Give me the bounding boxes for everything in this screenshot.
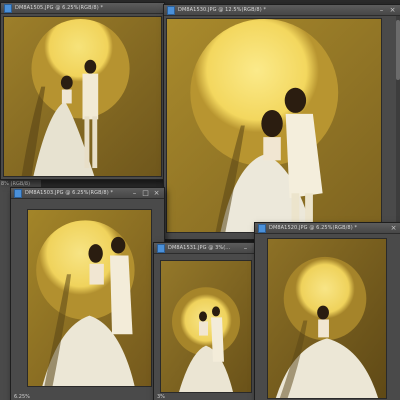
- document-window-2[interactable]: DM8A1530.JPG @ 12.5%(RGB/8) * – ×: [163, 4, 400, 240]
- maximize-button[interactable]: □: [141, 189, 150, 197]
- close-button[interactable]: ×: [152, 189, 161, 197]
- photo-canvas[interactable]: [3, 16, 162, 177]
- canvas-area: [164, 16, 400, 239]
- minimize-button[interactable]: –: [130, 189, 139, 197]
- photo-canvas[interactable]: [160, 260, 252, 393]
- canvas-area: [255, 234, 400, 400]
- document-icon: [14, 188, 22, 198]
- window-controls: – ×: [377, 6, 397, 14]
- zoom-status: 3%: [157, 394, 165, 400]
- photo-canvas[interactable]: [166, 18, 382, 233]
- document-window-1[interactable]: DM8A1505.JPG @ 6.25%(RGB/8) *: [0, 2, 165, 180]
- photoshop-workspace: 8% (RGB/8) DM8A1505.JPG @ 6.25%(RGB/8) *: [0, 0, 400, 400]
- window-titlebar[interactable]: DM8A1530.JPG @ 12.5%(RGB/8) * – ×: [164, 5, 400, 16]
- window-titlebar[interactable]: DM8A1503.JPG @ 6.25%(RGB/8) * – □ ×: [11, 188, 164, 199]
- minimize-button[interactable]: –: [377, 6, 386, 14]
- window-title: DM8A1531.JPG @ 3%(...: [168, 245, 231, 251]
- wedding-photo-image: [161, 261, 251, 392]
- photo-canvas[interactable]: [27, 209, 152, 387]
- window-title: DM8A1520.JPG @ 6.25%(RGB/8) *: [269, 225, 358, 231]
- window-titlebar[interactable]: DM8A1520.JPG @ 6.25%(RGB/8) * ×: [255, 223, 400, 234]
- close-button[interactable]: ×: [389, 224, 398, 232]
- minimize-button[interactable]: –: [241, 244, 250, 252]
- window-titlebar[interactable]: DM8A1531.JPG @ 3%(... – ×: [154, 243, 264, 254]
- canvas-area: [1, 14, 164, 179]
- close-button[interactable]: ×: [388, 6, 397, 14]
- vertical-scrollbar[interactable]: [396, 16, 400, 239]
- canvas-area: 6.25%: [11, 199, 164, 400]
- window-controls: ×: [389, 224, 398, 232]
- wedding-photo-image: [167, 19, 381, 232]
- zoom-status: 6.25%: [14, 394, 30, 400]
- window-controls: – □ ×: [130, 189, 161, 197]
- document-icon: [4, 3, 12, 13]
- document-icon: [258, 223, 266, 233]
- window-title: DM8A1505.JPG @ 6.25%(RGB/8) *: [15, 5, 104, 11]
- scrollbar-thumb[interactable]: [396, 20, 400, 80]
- window-title: DM8A1503.JPG @ 6.25%(RGB/8) *: [25, 190, 114, 196]
- document-window-4[interactable]: DM8A1531.JPG @ 3%(... – ×: [153, 242, 265, 400]
- document-icon: [167, 5, 175, 15]
- wedding-photo-image: [268, 239, 386, 398]
- canvas-area: 3%: [154, 254, 264, 400]
- photo-canvas[interactable]: [267, 238, 387, 399]
- window-title: DM8A1530.JPG @ 12.5%(RGB/8) *: [178, 7, 267, 13]
- wedding-photo-image: [4, 17, 161, 176]
- window-titlebar[interactable]: DM8A1505.JPG @ 6.25%(RGB/8) *: [1, 3, 164, 14]
- document-window-3[interactable]: DM8A1503.JPG @ 6.25%(RGB/8) * – □ × 6.25…: [10, 187, 165, 400]
- wedding-photo-image: [28, 210, 151, 386]
- document-window-5[interactable]: DM8A1520.JPG @ 6.25%(RGB/8) * ×: [254, 222, 400, 400]
- document-icon: [157, 243, 165, 253]
